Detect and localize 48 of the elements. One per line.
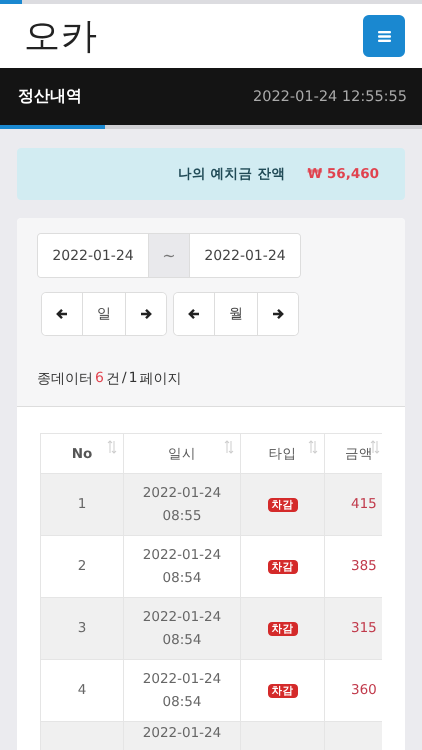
period-button[interactable]: 일 bbox=[82, 293, 126, 335]
summary-text: / bbox=[122, 370, 127, 388]
date-text: 2022-01-24 bbox=[142, 670, 222, 688]
table-cell: 2 bbox=[78, 558, 86, 574]
logo[interactable]: 오카 bbox=[24, 12, 98, 60]
sort-icon bbox=[308, 440, 318, 454]
summary-text: 건 bbox=[106, 370, 120, 388]
table-cell: 1 bbox=[78, 496, 86, 512]
time-text: 08:54 bbox=[162, 630, 202, 650]
sort-icon bbox=[370, 440, 380, 454]
date-text: 2022-01-24 bbox=[142, 546, 222, 564]
period-button[interactable]: 월 bbox=[214, 293, 258, 335]
amount-text: 385 bbox=[351, 558, 377, 574]
summary-text: 페이지 bbox=[140, 370, 182, 388]
menu-button[interactable] bbox=[363, 15, 405, 57]
amount-text: 315 bbox=[351, 620, 377, 636]
menu-icon bbox=[378, 30, 390, 42]
column-header[interactable]: No bbox=[40, 434, 124, 474]
clock-text: 2022-01-24 12:55:55 bbox=[253, 88, 407, 104]
date-text: 2022-01-24 bbox=[142, 608, 222, 626]
type-badge: 차감 bbox=[268, 560, 298, 574]
column-header[interactable]: 타입 bbox=[240, 434, 324, 474]
type-badge: 차감 bbox=[268, 622, 298, 636]
date-text: 2022-01-24 bbox=[142, 724, 222, 742]
date-text: 2022-01-24 bbox=[142, 484, 222, 502]
column-header[interactable]: 일시 bbox=[124, 434, 240, 474]
summary-text: 종데이터 bbox=[37, 370, 93, 388]
right-arrow-icon bbox=[272, 308, 284, 320]
table-cell: 3 bbox=[78, 620, 86, 636]
sort-icon bbox=[224, 440, 234, 454]
left-arrow-icon bbox=[56, 308, 68, 320]
balance-label: 나의 예치금 잔액 bbox=[178, 165, 286, 183]
page-title: 정산내역 bbox=[18, 86, 82, 107]
sort-icon bbox=[107, 440, 117, 454]
amount-text: 415 bbox=[351, 496, 377, 512]
time-text: 08:54 bbox=[162, 568, 202, 588]
right-arrow-icon bbox=[140, 308, 152, 320]
summary-text: 1 bbox=[128, 370, 138, 388]
time-text: 08:55 bbox=[162, 506, 202, 526]
balance-amount: ₩ 56,460 bbox=[307, 166, 379, 182]
left-arrow-icon bbox=[188, 308, 200, 320]
type-badge: 차감 bbox=[268, 498, 298, 512]
time-text: 08:54 bbox=[162, 692, 202, 712]
type-badge: 차감 bbox=[268, 684, 298, 698]
amount-text: 360 bbox=[351, 682, 377, 698]
table-cell: 4 bbox=[78, 682, 86, 698]
column-header[interactable]: 금액 bbox=[324, 434, 382, 474]
record-count: 6 bbox=[95, 370, 104, 388]
